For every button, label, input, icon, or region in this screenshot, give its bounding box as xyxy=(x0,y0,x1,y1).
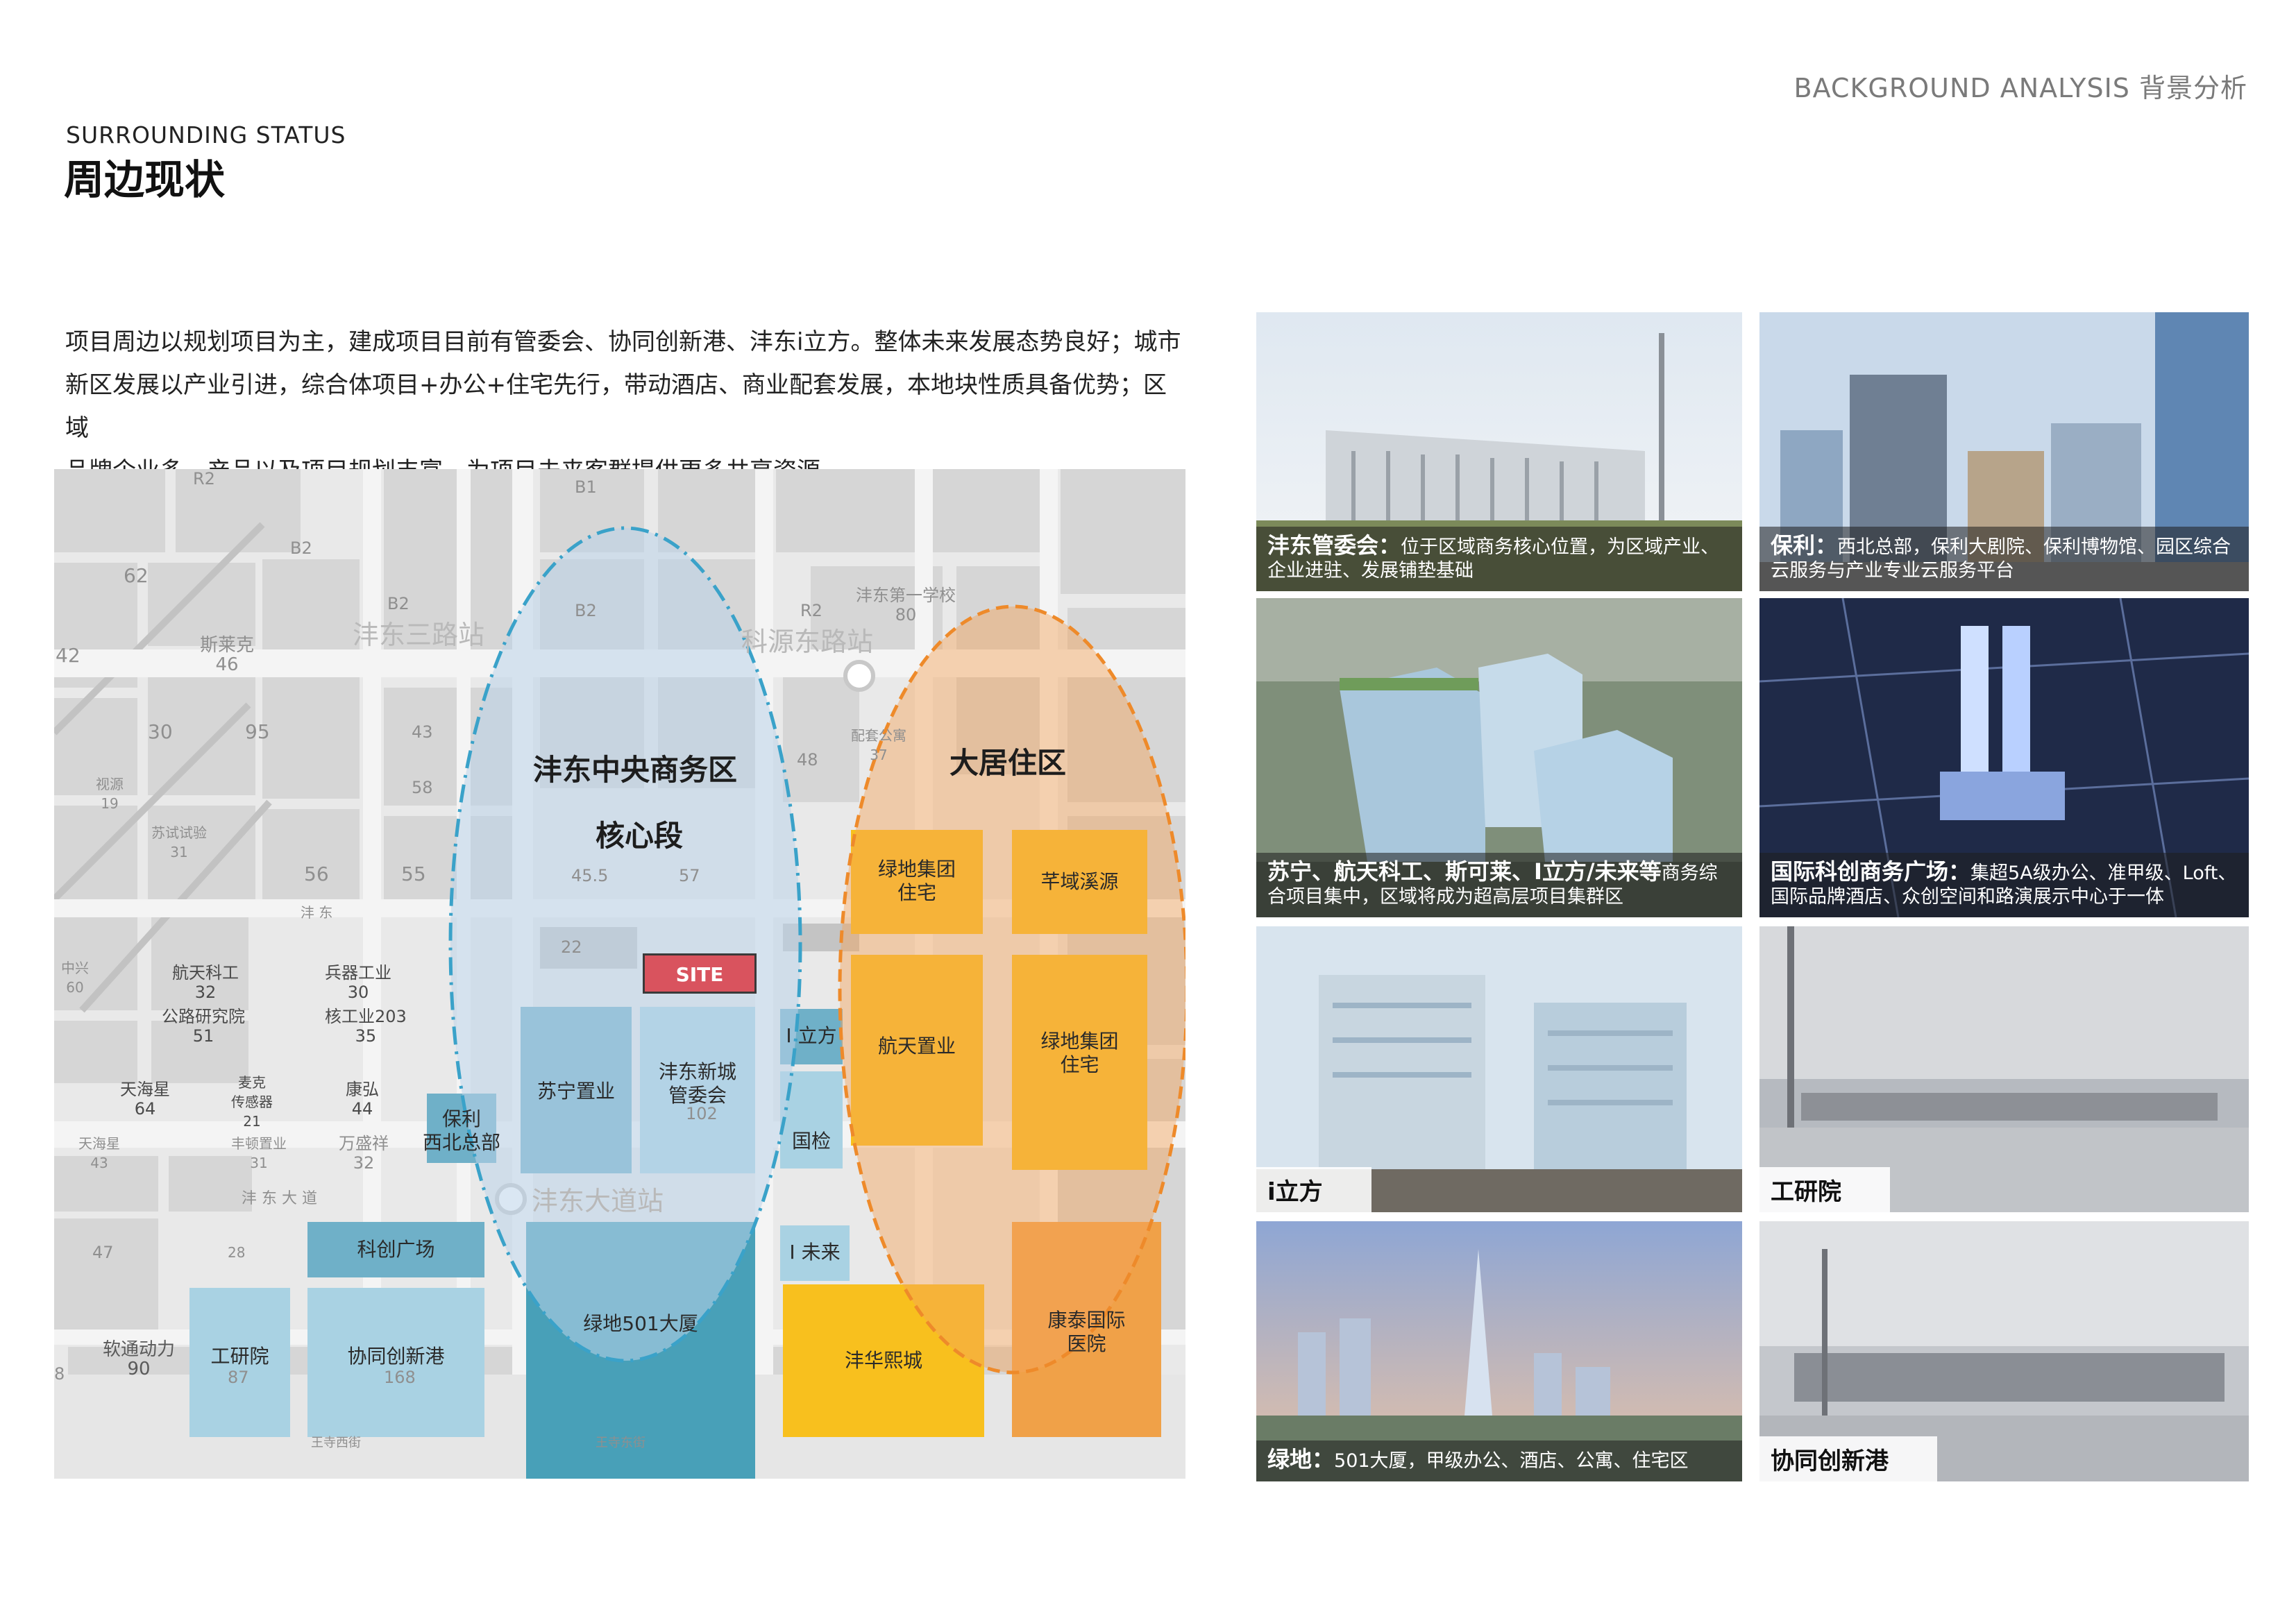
parcel-label: 8 xyxy=(54,1364,65,1384)
parcel-label: 102 xyxy=(686,1104,718,1123)
photo-caption: 沣东管委会：位于区域商务核心位置，为区域产业、企业进驻、发展铺垫基础 xyxy=(1256,527,1742,591)
photo-caption-title: 沣东管委会： xyxy=(1267,532,1401,559)
photo-tag: 协同创新港 xyxy=(1759,1436,1937,1481)
photo-caption-text: 西北总部，保利大剧院、保利博物馆、园区综合云服务与产业专业云服务平台 xyxy=(1771,536,2231,581)
parcel-label: 43 xyxy=(412,722,433,742)
parcel-label: 兵器工业 30 xyxy=(325,963,391,1002)
road-label: 王寺东街 xyxy=(596,1436,645,1450)
photo-lvdi[interactable]: 绿地：501大厦，甲级办公、酒店、公寓、住宅区 xyxy=(1256,1221,1742,1481)
zone-residential-label: 大居住区 xyxy=(949,746,1067,780)
parcel-label: 中兴 60 xyxy=(61,960,89,996)
parcel-label: B2 xyxy=(290,538,312,558)
site-map: 沣东中央商务区 核心段 大居住区 沣东三路站 科源东路站 沣东大道站 SITE … xyxy=(54,469,1185,1479)
parcel-label: 天海星 43 xyxy=(78,1135,120,1171)
photo-gongyanyuan[interactable]: 工研院 xyxy=(1759,926,2249,1212)
photo-tag: i立方 xyxy=(1256,1167,1371,1212)
station-label: 沣东大道站 xyxy=(532,1186,664,1216)
block-kangtai: 康泰国际 医院 xyxy=(1047,1309,1126,1355)
block-suning: 苏宁置业 xyxy=(537,1080,615,1103)
parcel-label: 28 xyxy=(228,1244,246,1261)
intro-line: 新区发展以产业引进，综合体项目+办公+住宅先行，带动酒店、商业配套发展，本地块性… xyxy=(65,371,1167,442)
photo-caption-title: 苏宁、航天科工、斯可莱、I立方/未来等 xyxy=(1267,858,1662,885)
parcel-label: R2 xyxy=(193,469,215,488)
station-label: 沣东三路站 xyxy=(353,620,485,650)
parcel-label: 45.5 xyxy=(571,866,609,885)
parcel-label: 95 xyxy=(245,720,270,743)
parcel-label: 麦克 传感器 21 xyxy=(231,1074,273,1130)
photo-baoli[interactable]: 保利：西北总部，保利大剧院、保利博物馆、园区综合云服务与产业专业云服务平台 xyxy=(1759,312,2249,591)
parcel-label: 软通动力 90 xyxy=(103,1339,176,1379)
parcel-label: 苏试试验 31 xyxy=(151,824,207,860)
block-yangyu: 芊域溪源 xyxy=(1040,870,1119,893)
parcel-label: B2 xyxy=(387,594,410,613)
photo-caption: 苏宁、航天科工、斯可莱、I立方/未来等商务综合项目集中，区域将成为超高层项目集群… xyxy=(1256,853,1742,917)
photo-caption: 绿地：501大厦，甲级办公、酒店、公寓、住宅区 xyxy=(1256,1441,1742,1481)
block-fenghua: 沣华熙城 xyxy=(844,1349,922,1372)
block-lvdi501: 绿地501大厦 xyxy=(583,1312,698,1335)
parcel-label: 55 xyxy=(401,863,426,885)
photo-caption-title: 国际科创商务广场： xyxy=(1771,858,1971,885)
parcel-label: 万盛祥 32 xyxy=(339,1134,389,1173)
block-hangtian: 航天置业 xyxy=(877,1035,956,1057)
parcel-label: 57 xyxy=(679,866,700,885)
intro-paragraph: 项目周边以规划项目为主，建成项目目前有管委会、协同创新港、沣东i立方。整体未来发… xyxy=(65,321,1190,493)
parcel-label: 沣东第一学校 80 xyxy=(856,586,956,624)
station-label: 科源东路站 xyxy=(741,627,874,657)
block-gongyanyuan: 工研院 xyxy=(210,1345,269,1368)
parcel-label: 22 xyxy=(561,937,582,957)
parcel-label: R2 xyxy=(800,601,822,620)
parcel-label: 康弘 44 xyxy=(346,1080,379,1119)
parcel-label: 48 xyxy=(797,750,818,770)
photo-tag: 工研院 xyxy=(1759,1167,1890,1212)
parcel-label: 视源 19 xyxy=(96,776,124,812)
parcel-label: 30 xyxy=(148,720,173,743)
parcel-label: 天海星 64 xyxy=(120,1080,170,1119)
photo-caption-title: 绿地： xyxy=(1267,1446,1335,1472)
intro-line: 项目周边以规划项目为主，建成项目目前有管委会、协同创新港、沣东i立方。整体未来发… xyxy=(65,328,1181,356)
photo-caption-text: 501大厦，甲级办公、酒店、公寓、住宅区 xyxy=(1334,1450,1689,1472)
parcel-label: 62 xyxy=(124,564,149,587)
parcel-label: 核工业203 35 xyxy=(325,1007,407,1046)
road-label: 沣 东 xyxy=(301,904,333,921)
parcel-label: 丰顿置业 31 xyxy=(231,1135,287,1171)
parcel-label: 航天科工 32 xyxy=(172,963,239,1002)
photo-ilifang[interactable]: i立方 xyxy=(1256,926,1742,1212)
photo-kechuang-plaza[interactable]: 国际科创商务广场：集超5A级办公、准甲级、Loft、国际品牌酒店、众创空间和路演… xyxy=(1759,598,2249,917)
parcel-label: 58 xyxy=(412,778,433,797)
parcel-label: B1 xyxy=(575,477,597,497)
block-ilifang: I 立方 xyxy=(786,1024,837,1047)
page-title: 周边现状 xyxy=(64,156,226,203)
photo-caption: 保利：西北总部，保利大剧院、保利博物馆、园区综合云服务与产业专业云服务平台 xyxy=(1759,527,2249,591)
parcel-label: 47 xyxy=(92,1243,114,1262)
photo-guanweihui[interactable]: 沣东管委会：位于区域商务核心位置，为区域产业、企业进驻、发展铺垫基础 xyxy=(1256,312,1742,591)
photo-xietong[interactable]: 协同创新港 xyxy=(1759,1221,2249,1481)
parcel-label: 公路研究院 51 xyxy=(162,1007,245,1046)
site-marker[interactable]: SITE xyxy=(643,953,757,994)
block-baoli: 保利 西北总部 xyxy=(422,1107,500,1154)
parcel-label: 42 xyxy=(56,644,81,667)
section-subtitle: SURROUNDING STATUS xyxy=(66,121,346,148)
block-kechuang: 科创广场 xyxy=(357,1238,435,1261)
photo-caption-title: 保利： xyxy=(1771,532,1838,559)
zone-cbd-core-label: 核心段 xyxy=(596,819,684,853)
parcel-label: 56 xyxy=(304,863,329,885)
parcel-label: 配套公寓 37 xyxy=(851,727,906,763)
parcel-label: 168 xyxy=(384,1368,416,1387)
block-xietong: 协同创新港 xyxy=(347,1345,445,1368)
zone-cbd-label: 沣东中央商务区 xyxy=(533,753,738,787)
header-section-title: BACKGROUND ANALYSIS 背景分析 xyxy=(1793,73,2247,103)
block-lvdi-res1: 绿地集团 住宅 xyxy=(877,858,956,904)
road-label: 沣 东 大 道 xyxy=(242,1190,317,1207)
parcel-label: 87 xyxy=(228,1368,249,1387)
photo-caption: 国际科创商务广场：集超5A级办公、准甲级、Loft、国际品牌酒店、众创空间和路演… xyxy=(1759,853,2249,917)
block-lvdi-res2: 绿地集团 住宅 xyxy=(1040,1030,1119,1076)
block-iweilai: I 未来 xyxy=(789,1241,841,1264)
photo-suning-cluster[interactable]: 苏宁、航天科工、斯可莱、I立方/未来等商务综合项目集中，区域将成为超高层项目集群… xyxy=(1256,598,1742,917)
block-guojian: 国检 xyxy=(791,1130,831,1153)
parcel-label: B2 xyxy=(575,601,597,620)
parcel-label: 斯莱克 46 xyxy=(200,635,255,675)
road-label: 王寺西街 xyxy=(311,1436,361,1450)
block-guanweihui: 沣东新城 管委会 xyxy=(658,1060,736,1107)
